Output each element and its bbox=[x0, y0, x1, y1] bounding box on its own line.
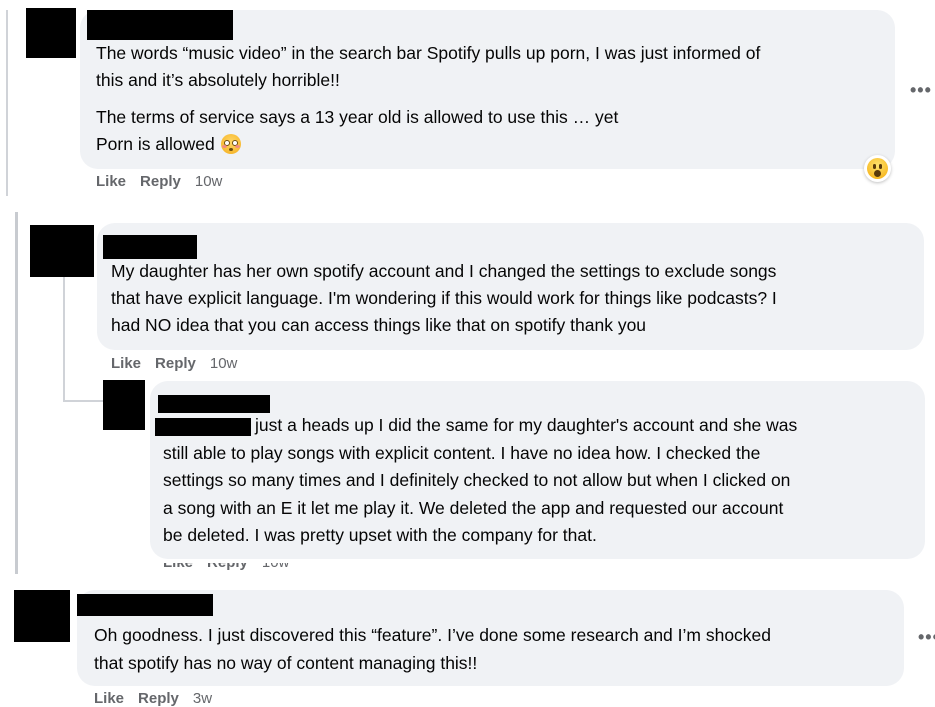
author-name-redacted[interactable] bbox=[77, 594, 213, 616]
comment-actions: Like Reply 3w bbox=[94, 690, 212, 707]
comment-timestamp[interactable]: 10w bbox=[195, 173, 223, 190]
comment-text-line: My daughter has her own spotify account … bbox=[111, 261, 777, 281]
reply-button[interactable]: Reply bbox=[138, 690, 179, 707]
avatar-redacted bbox=[103, 380, 145, 430]
flushed-face-icon bbox=[220, 134, 241, 154]
comment-timestamp[interactable]: 10w bbox=[262, 563, 290, 571]
avatar-redacted bbox=[26, 8, 76, 58]
comment-text-line: be deleted. I was pretty upset with the … bbox=[163, 525, 597, 545]
comment-text: Porn is allowed bbox=[96, 134, 215, 154]
wow-reaction-icon[interactable] bbox=[864, 155, 891, 182]
comment-text-line: had NO idea that you can access things l… bbox=[111, 315, 647, 335]
comment-text-line: still able to play songs with explicit c… bbox=[163, 443, 761, 463]
thread-connector-line bbox=[63, 277, 65, 401]
author-name-redacted[interactable] bbox=[103, 235, 197, 259]
more-options-icon[interactable]: ••• bbox=[918, 628, 935, 646]
reply-button[interactable]: Reply bbox=[140, 173, 181, 190]
author-name-redacted[interactable] bbox=[87, 10, 233, 40]
comment-timestamp[interactable]: 10w bbox=[210, 355, 238, 372]
comment-timestamp[interactable]: 3w bbox=[193, 690, 212, 707]
thread-divider bbox=[15, 212, 18, 574]
avatar-redacted bbox=[30, 225, 94, 277]
comment-text-line: this and it’s absolutely horrible!! bbox=[96, 70, 340, 90]
comment-text-line: that spotify has no way of content manag… bbox=[94, 653, 478, 673]
comment-text-line: just a heads up I did the same for my da… bbox=[255, 415, 798, 435]
like-button[interactable]: Like bbox=[96, 173, 126, 190]
thread-connector-line bbox=[63, 400, 103, 402]
reply-button[interactable]: Reply bbox=[155, 355, 196, 372]
comment-text-line: that have explicit language. I'm wonderi… bbox=[111, 288, 777, 308]
comment-actions: Like Reply 10w bbox=[96, 173, 222, 190]
comment-actions: Like Reply 10w bbox=[111, 355, 237, 372]
reply-button[interactable]: Reply bbox=[207, 563, 248, 571]
comment-text-line: Oh goodness. I just discovered this “fea… bbox=[94, 625, 772, 645]
comment-text-line: The words “music video” in the search ba… bbox=[96, 43, 761, 63]
mention-redacted[interactable] bbox=[155, 418, 251, 436]
comment-actions-cropped: Like Reply 10w bbox=[163, 563, 289, 571]
like-button[interactable]: Like bbox=[111, 355, 141, 372]
comment-text-line: settings so many times and I definitely … bbox=[163, 470, 791, 490]
comment-text-line: The terms of service says a 13 year old … bbox=[96, 107, 619, 127]
author-name-redacted[interactable] bbox=[158, 395, 270, 413]
like-button[interactable]: Like bbox=[94, 690, 124, 707]
like-button[interactable]: Like bbox=[163, 563, 193, 571]
comment-text-last-line: Porn is allowed bbox=[96, 131, 241, 159]
thread-divider bbox=[6, 10, 8, 196]
comment-text-line: a song with an E it let me play it. We d… bbox=[163, 498, 784, 518]
avatar-redacted bbox=[14, 590, 70, 642]
more-options-icon[interactable]: ••• bbox=[910, 81, 932, 99]
